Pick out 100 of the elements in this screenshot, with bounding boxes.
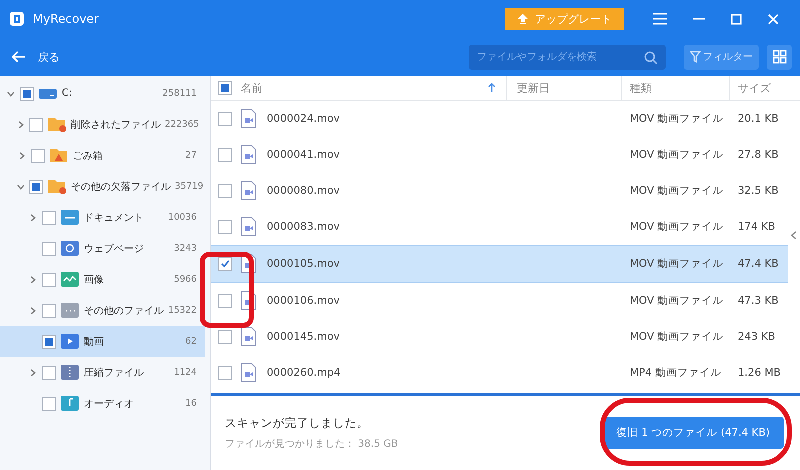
checkbox[interactable] [218, 112, 232, 126]
file-name: 0000260.mp4 [267, 367, 341, 379]
chevron-down-icon[interactable] [17, 182, 25, 190]
chevron-right-icon[interactable] [17, 120, 25, 128]
file-size: 174 KB [737, 221, 776, 233]
file-name: 0000083.mov [267, 221, 340, 233]
file-type: MOV 動画ファイル [629, 330, 725, 344]
file-type: MOV 動画ファイル [629, 148, 725, 162]
checkbox[interactable] [218, 220, 232, 234]
tree-label: ドキュメント [84, 212, 145, 224]
tree-item[interactable]: 動画 62 [0, 326, 205, 357]
file-type: MOV 動画ファイル [629, 257, 725, 271]
file-name: 0000041.mov [267, 149, 340, 161]
app-logo-icon [9, 11, 25, 27]
chevron-right-icon[interactable] [29, 306, 37, 314]
checkbox[interactable] [20, 86, 34, 100]
column-header[interactable]: 種類 [630, 80, 652, 96]
recover-button[interactable]: 復旧 1 つのファイル (47.4 KB) [602, 417, 784, 449]
checkbox[interactable] [29, 180, 43, 194]
back-arrow-icon [12, 51, 26, 63]
music-note-icon [60, 395, 80, 412]
chevron-right-icon[interactable] [18, 152, 26, 160]
window-title: MyRecover [33, 12, 99, 26]
tree-item[interactable]: C: 258111 [0, 78, 205, 109]
item-count: 3243 [174, 244, 197, 254]
checkbox[interactable] [42, 334, 56, 348]
grid-view-button[interactable] [767, 44, 792, 70]
column-header[interactable]: 名前 [241, 80, 263, 96]
file-row[interactable]: 0000145.mov MOV 動画ファイル 243 KB [211, 319, 788, 355]
tree-item[interactable]: その他の欠落ファイル 35719 [0, 171, 205, 202]
search-icon [644, 50, 658, 64]
file-type: MOV 動画ファイル [629, 220, 725, 234]
grid-icon [772, 50, 786, 64]
file-row[interactable]: 0000260.mp4 MP4 動画ファイル 1.26 MB [211, 355, 788, 391]
search-field[interactable]: ファイルやフォルダを検索 [469, 44, 666, 70]
tree-label: その他のファイル [84, 304, 164, 318]
item-count: 35719 [175, 182, 204, 192]
file-row[interactable]: 0000041.mov MOV 動画ファイル 27.8 KB [211, 137, 788, 173]
item-count: 15322 [168, 306, 197, 316]
sort-up-arrow-icon[interactable] [488, 83, 496, 93]
back-button[interactable]: 戻る [12, 50, 60, 64]
tree-label: オーディオ [84, 398, 135, 410]
item-count: 16 [186, 398, 197, 408]
chevron-left-icon[interactable] [791, 231, 797, 240]
checkbox[interactable] [29, 118, 43, 132]
checkbox[interactable] [218, 257, 232, 271]
file-row[interactable]: 0000083.mov MOV 動画ファイル 174 KB [211, 209, 788, 245]
tree-item[interactable]: 削除されたファイル 222365 [0, 109, 205, 140]
tree-label: 動画 [84, 336, 105, 348]
file-name: 0000080.mov [267, 185, 340, 197]
chevron-right-icon[interactable] [29, 368, 37, 376]
file-name: 0000024.mov [267, 113, 340, 125]
tree-item[interactable]: その他のファイル 15322 [0, 295, 205, 326]
chevron-down-icon[interactable] [7, 90, 15, 98]
file-type: MOV 動画ファイル [629, 184, 725, 198]
checkbox[interactable] [42, 304, 56, 318]
checkbox[interactable] [31, 148, 45, 162]
checkbox[interactable] [218, 366, 232, 380]
video-file-icon [241, 217, 257, 237]
column-header[interactable]: サイズ [738, 80, 771, 96]
tree-item[interactable]: 画像 5966 [0, 264, 205, 295]
chevron-right-icon[interactable] [29, 276, 37, 284]
file-row[interactable]: 0000106.mov MOV 動画ファイル 47.3 KB [211, 283, 788, 319]
file-row[interactable]: 0000105.mov MOV 動画ファイル 47.4 KB [211, 245, 788, 283]
item-count: 27 [186, 150, 197, 160]
tree-item[interactable]: ウェブページ 3243 [0, 233, 205, 264]
tree-item[interactable]: 圧縮ファイル 1124 [0, 357, 205, 388]
found-summary: ファイルが見つかりました： 38.5 GB [225, 438, 400, 450]
checkbox[interactable] [42, 396, 56, 410]
tree-label: C: [62, 88, 74, 99]
checkbox[interactable] [218, 148, 232, 162]
file-row[interactable]: 0000080.mov MOV 動画ファイル 32.5 KB [211, 173, 788, 209]
tree-item[interactable]: ドキュメント 10036 [0, 202, 205, 233]
maximize-icon[interactable] [731, 14, 742, 24]
item-count: 62 [186, 336, 197, 346]
file-size: 47.3 KB [737, 295, 780, 307]
checkbox[interactable] [42, 210, 56, 224]
item-count: 5966 [174, 274, 197, 284]
tree-item[interactable]: オーディオ 16 [0, 388, 205, 419]
video-file-icon [241, 145, 257, 165]
menu-icon[interactable] [653, 13, 667, 25]
close-icon[interactable] [768, 14, 779, 24]
chevron-right-icon[interactable] [29, 214, 37, 222]
funnel-icon [690, 51, 701, 63]
file-row[interactable]: 0000024.mov MOV 動画ファイル 20.1 KB [211, 101, 788, 137]
upload-arrow-icon [517, 13, 529, 25]
tree-item[interactable]: ごみ箱 27 [0, 140, 205, 171]
checkbox[interactable] [218, 184, 232, 198]
select-all-checkbox[interactable] [218, 81, 232, 95]
checkbox[interactable] [42, 272, 56, 286]
checkbox[interactable] [218, 294, 232, 308]
file-type: MOV 動画ファイル [629, 112, 725, 126]
checkbox[interactable] [218, 330, 232, 344]
file-type: MOV 動画ファイル [629, 294, 725, 308]
checkbox[interactable] [42, 242, 56, 256]
item-count: 258111 [162, 88, 197, 98]
column-header[interactable]: 更新日 [517, 80, 550, 96]
checkbox[interactable] [42, 366, 56, 380]
file-size: 32.5 KB [737, 185, 780, 197]
trash-bin-icon [49, 147, 69, 164]
